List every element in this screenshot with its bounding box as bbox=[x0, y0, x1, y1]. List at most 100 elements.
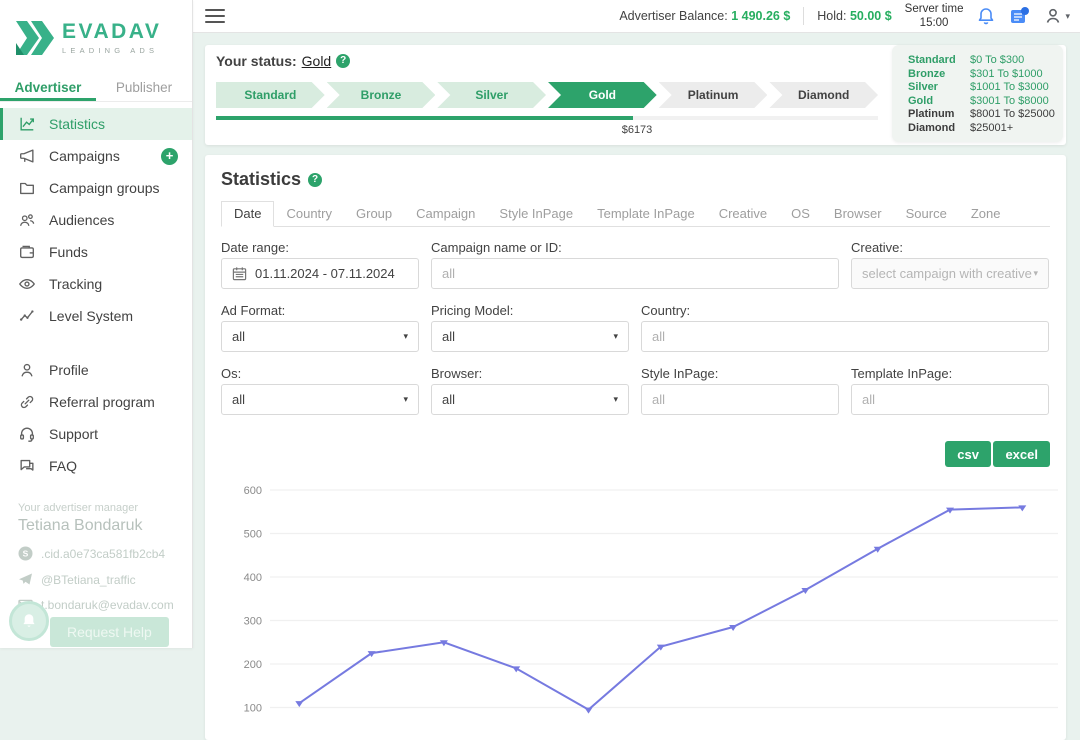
sidebar-item-statistics[interactable]: Statistics bbox=[0, 108, 192, 140]
creative-select[interactable]: select campaign with creative ▾ bbox=[851, 258, 1049, 289]
country-label: Country: bbox=[641, 303, 690, 318]
tier-step-standard: Standard bbox=[216, 82, 325, 108]
sidebar-item-faq[interactable]: FAQ bbox=[0, 450, 192, 482]
export-csv-button[interactable]: csv bbox=[945, 441, 991, 467]
sidebar-item-level-system[interactable]: Level System bbox=[0, 300, 192, 332]
tab-advertiser[interactable]: Advertiser bbox=[0, 76, 96, 101]
svg-text:S: S bbox=[23, 549, 29, 559]
svg-text:600: 600 bbox=[244, 485, 262, 497]
balance-value: 1 490.26 $ bbox=[731, 9, 790, 23]
hold-value: 50.00 $ bbox=[850, 9, 892, 23]
folder-icon bbox=[18, 179, 36, 197]
eye-icon bbox=[18, 275, 36, 293]
sidebar-item-profile[interactable]: Profile bbox=[0, 354, 192, 386]
chart-area: 100200300400500600 bbox=[205, 470, 1066, 740]
sidebar-item-campaigns[interactable]: Campaigns + bbox=[0, 140, 192, 172]
notifications-bell-icon[interactable] bbox=[976, 6, 996, 26]
wallet-icon bbox=[18, 243, 36, 261]
date-range-label: Date range: bbox=[221, 240, 289, 255]
svg-text:200: 200 bbox=[244, 659, 262, 671]
date-range-picker[interactable]: 01.11.2024 - 07.11.2024 bbox=[221, 258, 419, 289]
sidebar-item-funds[interactable]: Funds bbox=[0, 236, 192, 268]
tab-zone[interactable]: Zone bbox=[959, 202, 1013, 226]
statistics-help-icon[interactable]: ? bbox=[308, 173, 322, 187]
svg-text:100: 100 bbox=[244, 703, 262, 715]
statistics-title: Statistics ? bbox=[221, 169, 322, 190]
add-campaign-button[interactable]: + bbox=[161, 148, 178, 165]
tab-group[interactable]: Group bbox=[344, 202, 404, 226]
tab-publisher[interactable]: Publisher bbox=[96, 76, 192, 101]
sidebar-item-referral-program[interactable]: Referral program bbox=[0, 386, 192, 418]
manager-name: Tetiana Bondaruk bbox=[18, 517, 174, 535]
sidebar-menu: Statistics Campaigns + Campaign groups A… bbox=[0, 108, 192, 482]
tier-step-diamond: Diamond bbox=[769, 82, 878, 108]
browser-select[interactable]: all ▾ bbox=[431, 384, 629, 415]
hold-balance: Hold: 50.00 $ bbox=[817, 9, 891, 23]
advertiser-balance: Advertiser Balance: 1 490.26 $ bbox=[619, 9, 790, 23]
tab-source[interactable]: Source bbox=[894, 202, 959, 226]
hold-label: Hold: bbox=[817, 9, 846, 23]
telegram-icon bbox=[18, 572, 33, 587]
tier-range-row: Silver$1001 To $3000 bbox=[908, 81, 1063, 95]
os-select[interactable]: all ▾ bbox=[221, 384, 419, 415]
status-title: Your status: Gold ? bbox=[216, 53, 350, 69]
style-inpage-input[interactable] bbox=[641, 384, 839, 415]
hamburger-menu-icon[interactable] bbox=[205, 9, 225, 23]
headset-icon bbox=[18, 425, 36, 443]
tab-style-inpage[interactable]: Style InPage bbox=[487, 202, 585, 226]
tab-template-inpage[interactable]: Template InPage bbox=[585, 202, 707, 226]
tier-progress-fill bbox=[216, 116, 633, 120]
sidebar-item-support[interactable]: Support bbox=[0, 418, 192, 450]
svg-text:500: 500 bbox=[244, 529, 262, 541]
tier-step-silver: Silver bbox=[437, 82, 546, 108]
logo-chevrons-icon bbox=[16, 21, 54, 55]
sidebar-item-audiences[interactable]: Audiences bbox=[0, 204, 192, 236]
status-help-icon[interactable]: ? bbox=[336, 54, 350, 68]
tab-browser[interactable]: Browser bbox=[822, 202, 894, 226]
chat-bell-widget[interactable] bbox=[9, 601, 49, 641]
style-inpage-label: Style InPage: bbox=[641, 366, 718, 381]
status-value-link[interactable]: Gold bbox=[302, 53, 332, 69]
bell-icon bbox=[20, 612, 38, 630]
request-help-button[interactable]: Request Help bbox=[50, 617, 169, 647]
tier-step-platinum: Platinum bbox=[659, 82, 768, 108]
manager-caption: Your advertiser manager bbox=[18, 502, 174, 514]
template-inpage-input[interactable] bbox=[851, 384, 1049, 415]
manager-skype[interactable]: S .cid.a0e73ca581fb2cb4 bbox=[18, 546, 174, 561]
tab-campaign[interactable]: Campaign bbox=[404, 202, 487, 226]
logo-subtext: LEADING ADS bbox=[62, 46, 161, 55]
tier-ranges-panel: Standard$0 To $300 Bronze$301 To $1000 S… bbox=[892, 45, 1063, 142]
export-excel-button[interactable]: excel bbox=[993, 441, 1050, 467]
tier-progress-bar bbox=[216, 116, 878, 120]
tab-os[interactable]: OS bbox=[779, 202, 822, 226]
pricing-model-label: Pricing Model: bbox=[431, 303, 513, 318]
evadav-logo[interactable]: EVADAV LEADING ADS bbox=[16, 20, 161, 55]
user-account-menu[interactable]: ▾ bbox=[1043, 6, 1070, 26]
campaign-input[interactable] bbox=[431, 258, 839, 289]
manager-telegram[interactable]: @BTetiana_traffic bbox=[18, 572, 174, 587]
sidebar: EVADAV LEADING ADS Advertiser Publisher … bbox=[0, 0, 193, 648]
pricing-model-select[interactable]: all ▾ bbox=[431, 321, 629, 352]
caret-down-icon: ▾ bbox=[613, 394, 618, 405]
news-icon[interactable] bbox=[1009, 6, 1030, 26]
tab-date[interactable]: Date bbox=[221, 201, 274, 227]
ad-format-label: Ad Format: bbox=[221, 303, 285, 318]
caret-down-icon: ▾ bbox=[403, 331, 408, 342]
tab-country[interactable]: Country bbox=[274, 202, 344, 226]
line-chart-icon bbox=[18, 115, 36, 133]
tab-creative[interactable]: Creative bbox=[707, 202, 779, 226]
campaign-label: Campaign name or ID: bbox=[431, 240, 562, 255]
sidebar-item-campaign-groups[interactable]: Campaign groups bbox=[0, 172, 192, 204]
tier-step-gold: Gold bbox=[548, 82, 657, 108]
sidebar-item-tracking[interactable]: Tracking bbox=[0, 268, 192, 300]
country-input[interactable] bbox=[641, 321, 1049, 352]
tier-range-row: Platinum$8001 To $25000 bbox=[908, 108, 1063, 122]
skype-icon: S bbox=[18, 546, 33, 561]
caret-down-icon: ▾ bbox=[1065, 11, 1070, 22]
ad-format-select[interactable]: all ▾ bbox=[221, 321, 419, 352]
link-icon bbox=[18, 393, 36, 411]
chat-bubbles-icon bbox=[18, 457, 36, 475]
creative-label: Creative: bbox=[851, 240, 903, 255]
tier-step-bronze: Bronze bbox=[327, 82, 436, 108]
line-chart: 100200300400500600 bbox=[205, 470, 1066, 740]
